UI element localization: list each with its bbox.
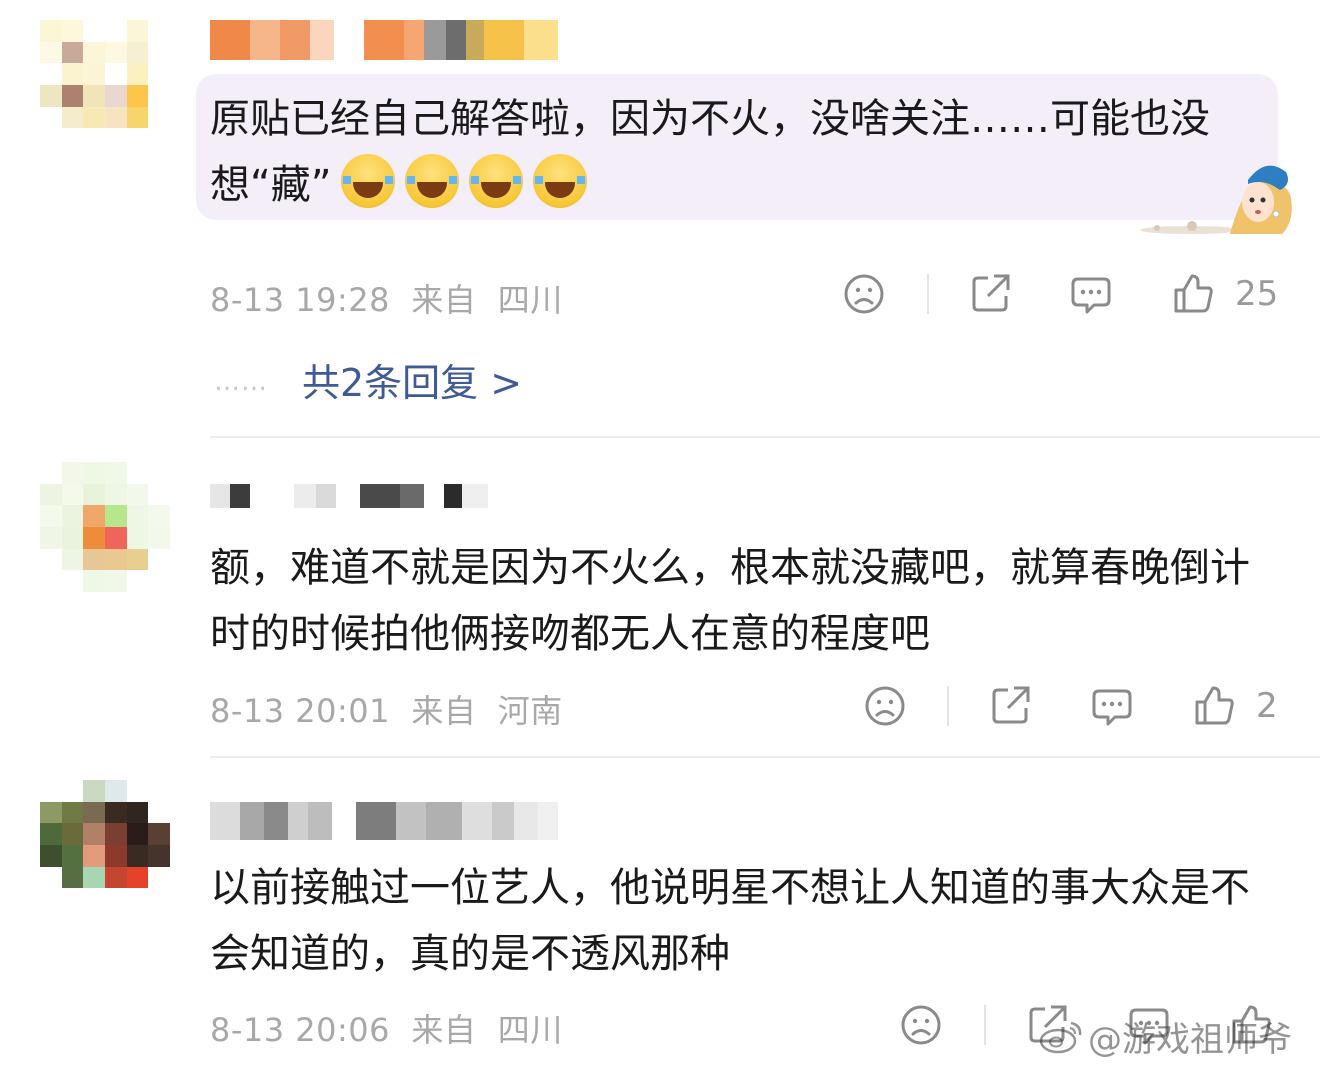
comment-meta: 8-13 19:28 来自 四川	[210, 275, 563, 321]
comment-button[interactable]	[1070, 274, 1112, 316]
from-label: 来自	[411, 1011, 477, 1049]
action-separator	[947, 686, 949, 726]
reply-count-label: 共2条回复 >	[302, 361, 523, 405]
like-button[interactable]	[1193, 684, 1235, 726]
sad-face-icon	[865, 686, 905, 726]
share-icon	[992, 686, 1030, 724]
like-count: 25	[1235, 274, 1279, 314]
share-button[interactable]	[990, 684, 1032, 726]
avatar[interactable]	[40, 20, 170, 150]
comment-date: 8-13 19:28	[210, 281, 391, 319]
action-separator	[984, 1005, 986, 1045]
comment-meta: 8-13 20:06 来自 四川	[210, 1005, 563, 1051]
comment-text: 原贴已经自己解答啦，因为不火，没啥关注……可能也没想“藏”	[210, 96, 1210, 208]
like-button[interactable]	[1172, 272, 1214, 314]
girl-with-pearl-earring-decoration-icon	[1140, 165, 1292, 234]
dislike-button[interactable]	[900, 1004, 942, 1046]
dislike-button[interactable]	[843, 273, 885, 315]
avatar[interactable]	[40, 780, 170, 910]
like-count: 2	[1256, 686, 1278, 726]
username[interactable]	[210, 802, 558, 840]
laughing-tears-emoji-icon	[533, 154, 588, 208]
divider	[210, 756, 1320, 758]
from-label: 来自	[411, 692, 477, 730]
watermark-text: @游戏祖师爷	[1088, 1020, 1292, 1060]
laughing-tears-emoji-icon	[469, 154, 524, 208]
comment-bubble-icon	[1092, 689, 1132, 726]
reply-dots: ……	[214, 367, 268, 397]
username[interactable]	[210, 484, 488, 508]
comment-location: 四川	[497, 1011, 563, 1049]
comment-list: 原贴已经自己解答啦，因为不火，没啥关注……可能也没想“藏” 8-13 19:28…	[0, 0, 1320, 1066]
share-button[interactable]	[970, 272, 1012, 314]
laughing-tears-emoji-icon	[341, 154, 396, 208]
comment-meta: 8-13 20:01 来自 河南	[210, 686, 563, 732]
dislike-button[interactable]	[864, 685, 906, 727]
divider	[210, 436, 1320, 438]
comment-bubble-icon	[1071, 277, 1111, 314]
weibo-logo-icon	[1039, 1021, 1082, 1053]
username[interactable]	[210, 20, 558, 60]
thumbs-up-icon	[1195, 686, 1234, 725]
comment-text: 额，难道不就是因为不火么，根本就没藏吧，就算春晚倒计时的时候拍他俩接吻都无人在意…	[210, 545, 1250, 657]
laughing-tears-emoji-icon	[405, 154, 460, 208]
comment-button[interactable]	[1091, 686, 1133, 728]
avatar[interactable]	[40, 462, 170, 592]
comment-date: 8-13 20:06	[210, 1011, 391, 1049]
action-separator	[927, 274, 929, 314]
comment-location: 四川	[497, 281, 563, 319]
sad-face-icon	[901, 1005, 941, 1045]
comment-date: 8-13 20:01	[210, 692, 391, 730]
thumbs-up-icon	[1174, 274, 1213, 313]
sad-face-icon	[844, 274, 884, 314]
comment-text: 以前接触过一位艺人，他说明星不想让人知道的事大众是不会知道的，真的是不透风那种	[210, 865, 1250, 977]
comment-location: 河南	[497, 692, 563, 730]
share-icon	[972, 274, 1010, 312]
watermark: @游戏祖师爷	[1038, 1012, 1292, 1061]
view-replies-link[interactable]: …… 共2条回复 >	[214, 352, 522, 407]
from-label: 来自	[411, 281, 477, 319]
